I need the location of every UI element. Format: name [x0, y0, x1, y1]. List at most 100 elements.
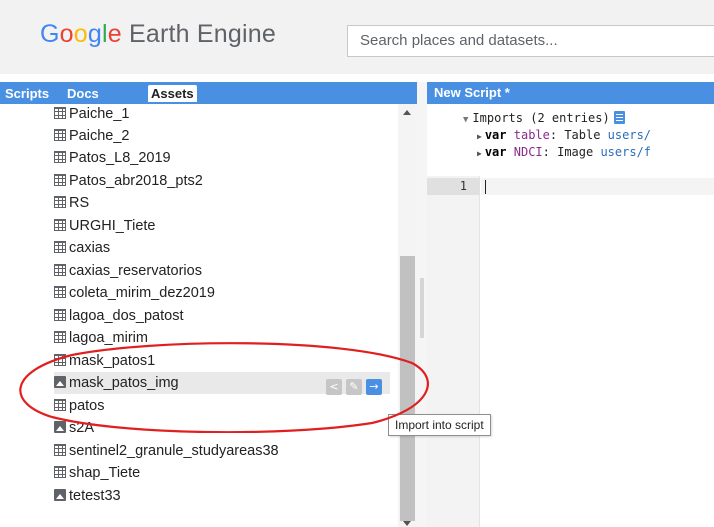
left-panel-tabs: Scripts Docs Assets — [0, 82, 417, 104]
import-path: users/ — [607, 128, 652, 142]
search-input[interactable]: Search places and datasets... — [347, 25, 714, 57]
app-header: Google Earth Engine Search places and da… — [0, 0, 714, 74]
panel-splitter[interactable] — [417, 82, 427, 527]
table-icon — [54, 196, 66, 208]
share-icon[interactable]: < — [326, 379, 342, 395]
table-icon — [54, 129, 66, 141]
import-entry[interactable]: ▶ var table: Table users/ — [477, 128, 651, 142]
edit-icon[interactable]: ✎ — [346, 379, 362, 395]
document-icon[interactable] — [613, 111, 625, 124]
table-icon — [54, 444, 66, 456]
logo-letter: e — [107, 20, 122, 48]
asset-name: Paiche_2 — [69, 128, 130, 144]
asset-item[interactable]: tetest33 — [54, 485, 394, 507]
asset-name: patos — [69, 398, 105, 414]
asset-name: Paiche_1 — [69, 106, 130, 122]
asset-name: URGHI_Tiete — [69, 218, 156, 234]
imports-header[interactable]: ▼ Imports (2 entries) — [463, 111, 625, 125]
imports-header-text: Imports (2 entries) — [472, 111, 610, 125]
asset-item[interactable]: mask_patos1 — [54, 350, 394, 372]
asset-name: coleta_mirim_dez2019 — [69, 285, 215, 301]
text-cursor — [485, 180, 486, 194]
script-tab-title[interactable]: New Script * — [427, 82, 714, 104]
asset-name: caxias — [69, 240, 111, 256]
asset-name: s2A — [69, 420, 94, 436]
asset-item[interactable]: shap_Tiete — [54, 462, 394, 484]
import-variable[interactable]: NDCI — [514, 145, 543, 159]
logo-letter: o — [59, 20, 74, 48]
asset-item[interactable]: Paiche_1 — [54, 104, 394, 125]
editor-gutter: 1 — [427, 176, 480, 527]
table-icon — [54, 151, 66, 163]
table-icon — [54, 286, 66, 298]
scroll-down-arrow-icon[interactable] — [403, 521, 411, 526]
asset-name: mask_patos_img — [69, 375, 179, 391]
logo-letter: G — [40, 20, 60, 48]
asset-item-selected[interactable]: mask_patos_img < ✎ → — [54, 372, 390, 395]
asset-row-actions: < ✎ → — [322, 375, 382, 395]
expand-triangle-icon[interactable]: ▶ — [477, 149, 482, 158]
asset-name: lagoa_dos_patost — [69, 308, 184, 324]
asset-list: Paiche_1 Paiche_2 Patos_L8_2019 Patos_ab… — [0, 104, 398, 527]
scroll-up-arrow-icon[interactable] — [403, 110, 411, 115]
scrollbar-thumb[interactable] — [400, 256, 415, 521]
google-earth-engine-logo[interactable]: Google Earth Engine — [40, 20, 276, 49]
asset-name: sentinel2_granule_studyareas38 — [69, 443, 279, 459]
asset-item[interactable]: Paiche_2 — [54, 125, 394, 147]
asset-name: tetest33 — [69, 488, 121, 504]
asset-item[interactable]: coleta_mirim_dez2019 — [54, 282, 394, 304]
asset-item[interactable]: s2A — [54, 417, 394, 439]
code-editor[interactable]: 1 — [427, 176, 714, 527]
expand-triangle-icon[interactable]: ▶ — [477, 132, 482, 141]
asset-item[interactable]: caxias_reservatorios — [54, 260, 394, 282]
asset-item[interactable]: caxias — [54, 237, 394, 259]
table-icon — [54, 331, 66, 343]
logo-letter: o — [73, 20, 88, 48]
import-keyword: var — [484, 128, 507, 142]
import-path: users/f — [600, 145, 652, 159]
asset-item[interactable]: URGHI_Tiete — [54, 215, 394, 237]
table-icon — [54, 107, 66, 119]
import-type: : Image — [542, 145, 601, 159]
import-keyword: var — [484, 145, 507, 159]
asset-name: Patos_abr2018_pts2 — [69, 173, 203, 189]
script-panel: New Script * ▼ Imports (2 entries) ▶ var t… — [427, 82, 714, 527]
table-icon — [54, 264, 66, 276]
asset-item[interactable]: sentinel2_granule_studyareas38 — [54, 440, 394, 462]
drag-handle-icon[interactable] — [420, 278, 424, 338]
import-variable[interactable]: table — [514, 128, 550, 142]
collapse-triangle-icon[interactable]: ▼ — [463, 115, 468, 125]
image-icon — [54, 421, 66, 433]
asset-name: RS — [69, 195, 90, 211]
tab-docs[interactable]: Docs — [64, 85, 102, 102]
imports-section: ▼ Imports (2 entries) ▶ var table: Table u… — [427, 104, 714, 176]
line-number: 1 — [459, 179, 467, 193]
table-icon — [54, 174, 66, 186]
image-icon — [54, 489, 66, 501]
asset-item[interactable]: Patos_L8_2019 — [54, 147, 394, 169]
tab-assets[interactable]: Assets — [148, 85, 197, 102]
asset-name: lagoa_mirim — [69, 330, 148, 346]
asset-item[interactable]: Patos_abr2018_pts2 — [54, 170, 394, 192]
asset-name: mask_patos1 — [69, 353, 156, 369]
asset-name: shap_Tiete — [69, 465, 141, 481]
image-icon — [54, 376, 66, 388]
table-icon — [54, 219, 66, 231]
asset-item[interactable]: RS — [54, 192, 394, 214]
asset-item[interactable]: lagoa_dos_patost — [54, 305, 394, 327]
table-icon — [54, 466, 66, 478]
active-line-highlight — [481, 178, 714, 195]
import-entry[interactable]: ▶ var NDCI: Image users/f — [477, 145, 651, 159]
asset-item[interactable]: patos — [54, 395, 394, 417]
logo-letter: g — [87, 20, 102, 48]
asset-name: caxias_reservatorios — [69, 263, 202, 279]
asset-list-scrollbar[interactable] — [398, 104, 417, 527]
table-icon — [54, 399, 66, 411]
logo-text: Earth Engine — [121, 20, 276, 48]
table-icon — [54, 354, 66, 366]
asset-item[interactable]: lagoa_mirim — [54, 327, 394, 349]
import-arrow-icon[interactable]: → — [366, 379, 382, 395]
left-panel: Scripts Docs Assets Paiche_1 Paiche_2 Pa… — [0, 82, 417, 527]
tab-scripts[interactable]: Scripts — [2, 85, 52, 102]
import-into-script-tooltip: Import into script — [388, 414, 491, 436]
